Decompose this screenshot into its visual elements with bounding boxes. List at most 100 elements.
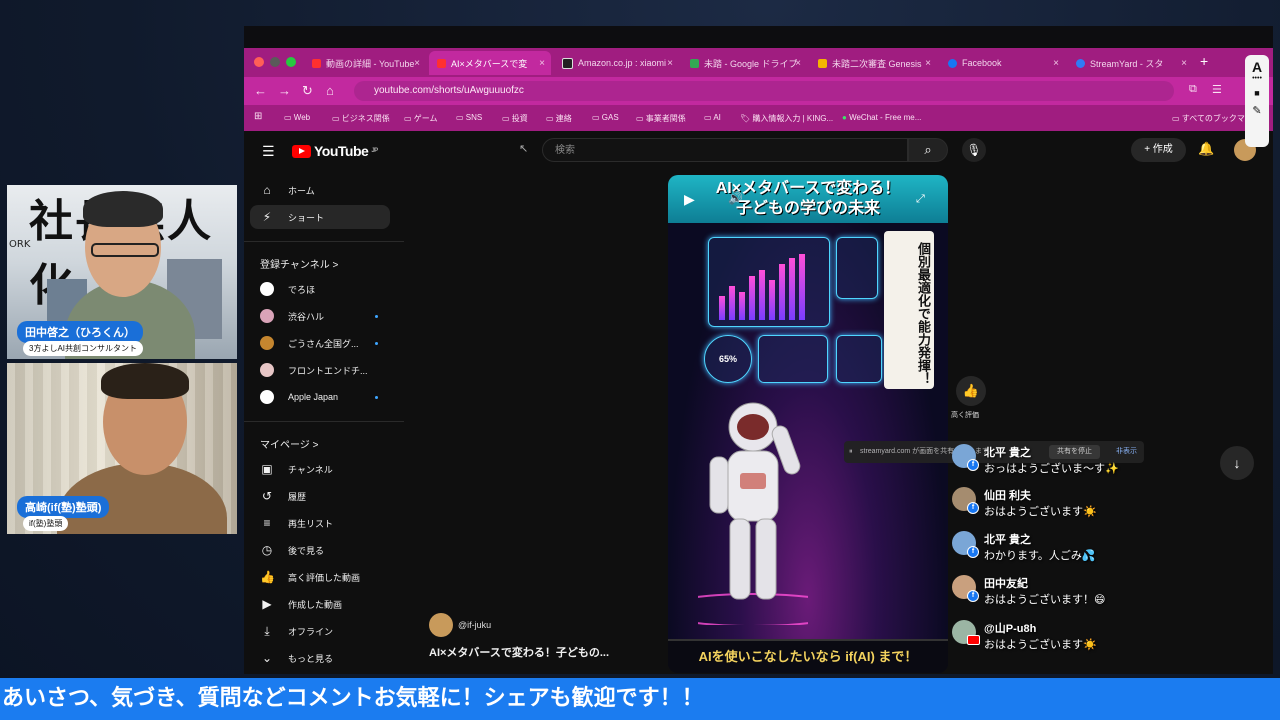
new-tab-button[interactable]: +	[1200, 53, 1208, 69]
dots-icon[interactable]: ••••	[1245, 75, 1269, 82]
search-icon[interactable]: ⌕	[908, 138, 948, 162]
comment-item: f 田中友紀 おはようございます！😄	[952, 575, 1272, 619]
channel-avatar[interactable]	[429, 613, 453, 637]
tab-facebook[interactable]: Facebook ×	[940, 51, 1065, 75]
home-icon[interactable]: ⌂	[326, 83, 334, 98]
window-minimize-icon[interactable]	[270, 57, 280, 67]
short-caption[interactable]: AI×メタバースで変わる！子どもの...	[429, 644, 609, 660]
sidebar-item-liked-videos[interactable]: 👍 高く評価した動画	[250, 565, 390, 589]
tab-label: Amazon.co.jp : xiaomi	[578, 58, 667, 68]
sidebar-item-history[interactable]: ↺ 履歴	[250, 484, 390, 508]
tab-google-drive[interactable]: 未踏 - Google ドライブ ×	[682, 51, 807, 75]
bookmark-game[interactable]: ▭ ゲーム	[404, 113, 438, 124]
letter-a-icon[interactable]: A	[1245, 59, 1269, 75]
guest-nameplate: 高崎(if(塾)塾頭)	[17, 496, 110, 518]
tab-label: AI×メタバースで変	[451, 58, 528, 69]
sidebar-item-channel[interactable]: 渋谷ハル	[250, 304, 390, 328]
comment-item: @山P-u8h おはようございます☀️	[952, 620, 1272, 664]
history-icon: ↺	[261, 489, 273, 503]
sidebar-item-downloads[interactable]: ⤓ オフライン	[250, 619, 390, 643]
tab-close-icon[interactable]: ×	[414, 58, 420, 69]
hamburger-menu-icon[interactable]: ☰	[262, 143, 275, 160]
sidebar-item-home[interactable]: ⌂ ホーム	[250, 178, 390, 202]
sidebar-item-label: チャンネル	[288, 464, 333, 475]
sidebar-divider	[244, 241, 404, 242]
sidebar-item-label: ショート	[288, 212, 325, 223]
tab-close-icon[interactable]: ×	[539, 58, 545, 69]
sidebar-item-label: 高く評価した動画	[288, 572, 361, 583]
sidebar-item-watch-later[interactable]: ◷ 後で見る	[250, 538, 390, 562]
pen-icon[interactable]: ✎	[1245, 104, 1269, 117]
bookmark-web[interactable]: ▭ Web	[284, 113, 310, 122]
tab-close-icon[interactable]: ×	[925, 58, 931, 69]
forward-icon[interactable]: →	[278, 83, 291, 98]
bookmark-wechat[interactable]: ● WeChat - Free me...	[842, 113, 921, 122]
sidebar-item-your-videos[interactable]: ▶ 作成した動画	[250, 592, 390, 616]
tab-amazon[interactable]: Amazon.co.jp : xiaomi ×	[554, 51, 679, 75]
bookmark-business-related[interactable]: ▭ 事業者関係	[636, 113, 686, 124]
sidebar-item-label: ごうさん全国グ...	[288, 338, 359, 349]
tab-close-icon[interactable]: ×	[1181, 58, 1187, 69]
chart-bar	[749, 276, 755, 320]
channel-avatar	[260, 309, 274, 323]
menu-icon[interactable]: ☰	[1212, 83, 1222, 96]
tab-close-icon[interactable]: ×	[795, 58, 801, 69]
address-bar[interactable]: youtube.com/shorts/uAwguuuofzc	[354, 81, 1174, 101]
square-icon[interactable]: ■	[1245, 88, 1269, 98]
fullscreen-icon[interactable]: ⤢	[916, 193, 925, 206]
tab-close-icon[interactable]: ×	[1053, 58, 1059, 69]
mypage-heading[interactable]: マイページ >	[260, 436, 318, 451]
window-close-icon[interactable]	[254, 57, 264, 67]
apps-grid-icon[interactable]: ⊞	[254, 111, 262, 122]
sidebar-item-channel[interactable]: ごうさん全国グ...	[250, 331, 390, 355]
tab-streamyard[interactable]: StreamYard - スタ ×	[1068, 51, 1193, 75]
sidebar-item-channel[interactable]: Apple Japan	[250, 385, 390, 409]
youtube-logo[interactable]: YouTube JP	[292, 143, 378, 159]
play-icon[interactable]: ▶	[684, 191, 695, 208]
bookmark-invest[interactable]: ▭ 投資	[502, 113, 528, 124]
shorts-player[interactable]: AI×メタバースで変わる！ 子どもの学びの未来 ▶ 🔊 ⤢ 65% 個別最適化で…	[668, 175, 948, 673]
dashboard-line-chart-panel	[758, 335, 828, 383]
facebook-icon: f	[967, 546, 979, 558]
short-title-line: 子どもの学びの未来	[735, 200, 880, 217]
sidebar-item-shorts[interactable]: ⚡ ショート	[250, 205, 390, 229]
extensions-icon[interactable]: ⧉	[1189, 83, 1197, 96]
youtube-favicon-icon	[312, 58, 321, 68]
channel-icon: ▣	[261, 462, 273, 476]
video-icon: ▶	[262, 597, 272, 611]
sidebar-item-playlists[interactable]: ≡ 再生リスト	[250, 511, 390, 535]
tab-video-details[interactable]: 動画の詳細 - YouTube ×	[304, 51, 426, 75]
create-button[interactable]: + 作成	[1131, 138, 1186, 162]
window-maximize-icon[interactable]	[286, 57, 296, 67]
channel-avatar	[260, 363, 274, 377]
comment-text: おはようございます！😄	[984, 594, 1106, 606]
guest-title: if(塾)塾頭	[23, 516, 69, 531]
subscriptions-heading[interactable]: 登録チャンネル >	[260, 256, 338, 271]
new-content-dot-icon	[375, 341, 378, 345]
tab-current-short[interactable]: AI×メタバースで変 ×	[429, 51, 551, 75]
sidebar-item-channel[interactable]: でろほ	[250, 277, 390, 301]
bookmark-sns[interactable]: ▭ SNS	[456, 113, 482, 122]
volume-icon[interactable]: 🔊	[728, 191, 743, 205]
bookmark-business[interactable]: ▭ ビジネス関係	[332, 113, 390, 124]
tab-close-icon[interactable]: ×	[667, 58, 673, 69]
microphone-icon[interactable]: 🎙	[962, 138, 986, 162]
channel-handle[interactable]: @if-juku	[458, 620, 491, 630]
sidebar-item-my-channel[interactable]: ▣ チャンネル	[250, 457, 390, 481]
navigation-bar: ← → ↻ ⌂ youtube.com/shorts/uAwguuuofzc ⧉…	[244, 77, 1273, 105]
back-icon[interactable]: ←	[254, 83, 267, 98]
reload-icon[interactable]: ↻	[302, 83, 313, 99]
like-thumbs-up-icon[interactable]: 👍	[956, 376, 986, 406]
sidebar-item-show-more[interactable]: ⌄ もっと見る	[250, 646, 390, 670]
notifications-bell-icon[interactable]: 🔔	[1198, 141, 1214, 157]
comment-text: おはようございます☀️	[984, 506, 1097, 518]
bookmark-ai[interactable]: ▭ AI	[704, 113, 721, 122]
chart-bar	[729, 286, 735, 320]
bookmark-king[interactable]: 🏷 購入情報入力 | KING...	[740, 113, 833, 124]
bookmark-gas[interactable]: ▭ GAS	[592, 113, 619, 122]
sidebar-item-channel[interactable]: フロントエンドチ...	[250, 358, 390, 382]
bookmark-contact[interactable]: ▭ 連絡	[546, 113, 572, 124]
host-nameplate: 田中啓之（ひろくん）	[17, 321, 143, 343]
tab-genesis[interactable]: 未踏二次審査 Genesis ×	[810, 51, 937, 75]
search-input[interactable]: 検索	[542, 138, 908, 162]
